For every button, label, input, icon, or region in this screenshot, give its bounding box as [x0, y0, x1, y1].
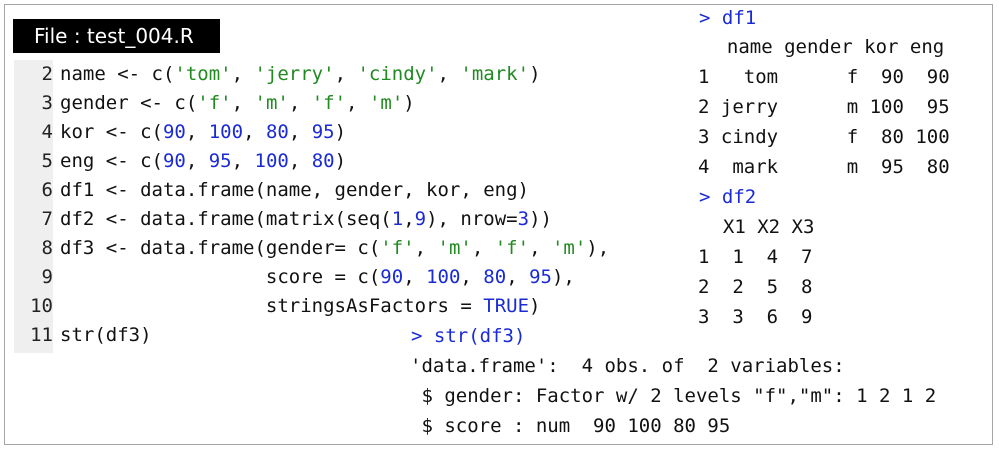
code-token: 90: [162, 150, 186, 172]
code-token: str(df3): [60, 324, 152, 346]
code-text: stringsAsFactors = TRUE): [60, 292, 541, 321]
code-text: gender <- c('f', 'm', 'f', 'm'): [60, 89, 415, 118]
code-token: 'f': [311, 92, 347, 114]
code-token: ,: [231, 92, 255, 114]
df1-prompt: > df1: [699, 7, 757, 29]
code-token: 3: [517, 208, 530, 230]
code-token: ,: [506, 266, 530, 288]
code-token: ,: [529, 237, 552, 259]
code-token: ): [403, 92, 415, 114]
df1-row: 3 cindy f 80 100: [698, 126, 950, 148]
code-token: 95: [529, 266, 552, 288]
code-token: 80: [311, 150, 335, 172]
code-token: ): [529, 295, 541, 317]
code-token: ,: [334, 63, 358, 85]
code-token: ,: [288, 150, 312, 172]
df2-header: X1 X2 X3: [700, 216, 815, 238]
df2-prompt: > df2: [699, 186, 757, 208]
df1-header: name gender kor eng: [704, 36, 945, 58]
code-token: score = c(: [60, 266, 381, 288]
code-token: 'jerry': [254, 63, 335, 85]
code-token: 80: [265, 121, 289, 143]
code-token: 'm': [368, 92, 404, 114]
code-token: 95: [311, 121, 335, 143]
code-token: 9: [414, 208, 427, 230]
code-token: df2 <- data.frame(matrix(seq(: [60, 208, 392, 230]
code-text: df1 <- data.frame(name, gender, kor, eng…: [60, 176, 529, 205]
df1-row: 4 mark m 95 80: [698, 156, 950, 178]
df2-row: 3 3 6 9: [698, 306, 813, 328]
code-token: 100: [426, 266, 461, 288]
code-token: ), nrow=: [426, 208, 518, 230]
df1-row: 2 jerry m 100 95: [698, 96, 950, 118]
code-token: ): [334, 150, 347, 172]
code-editor: 2 name <- c('tom', 'jerry', 'cindy', 'mar…: [14, 60, 669, 353]
code-token: 100: [208, 121, 244, 143]
code-token: df3 <- data.frame(gender= c(: [60, 237, 381, 259]
code-token: stringsAsFactors =: [60, 295, 484, 317]
code-text: df2 <- data.frame(matrix(seq(1,9), nrow=…: [60, 205, 552, 234]
code-token: 'f': [380, 237, 415, 259]
file-title-label: File : test_004.R: [13, 19, 220, 53]
code-text: eng <- c(90, 95, 100, 80): [60, 147, 346, 176]
code-token: )): [529, 208, 552, 230]
code-token: ,: [471, 237, 495, 259]
code-token: 'm': [437, 237, 472, 259]
code-token: ): [529, 63, 541, 85]
code-token: ,: [437, 63, 461, 85]
df2-row: 2 2 5 8: [698, 276, 813, 298]
code-text: str(df3): [60, 321, 152, 350]
code-text: df3 <- data.frame(gender= c('f', 'm', 'f…: [60, 234, 609, 263]
code-token: 100: [254, 150, 289, 172]
code-token: 1: [391, 208, 404, 230]
code-token: ,: [231, 63, 255, 85]
code-token: 'f': [494, 237, 530, 259]
code-token: ,: [288, 92, 312, 114]
code-token: 'f': [197, 92, 232, 114]
code-token: ,: [185, 150, 209, 172]
code-token: kor <- c(: [60, 121, 163, 143]
code-token: ,: [185, 121, 209, 143]
console-output: > df1 name gender kor eng 1 tom f 90 90 …: [0, 0, 950, 437]
code-token: ,: [403, 266, 427, 288]
code-token: 90: [162, 121, 186, 143]
code-token: ,: [403, 208, 415, 230]
code-token: ,: [231, 150, 255, 172]
code-token: 95: [208, 150, 232, 172]
code-token: 'mark': [460, 63, 530, 85]
code-token: ,: [346, 92, 369, 114]
df1-row: 1 tom f 90 90: [698, 66, 950, 88]
code-token: 'm': [551, 237, 587, 259]
str-line: 'data.frame': 4 obs. of 2 variables:: [410, 355, 845, 377]
code-text: name <- c('tom', 'jerry', 'cindy', 'mark…: [60, 60, 541, 89]
code-token: eng <- c(: [60, 150, 163, 172]
code-text: kor <- c(90, 100, 80, 95): [60, 118, 346, 147]
code-text: score = c(90, 100, 80, 95),: [60, 263, 575, 292]
code-token: ,: [243, 121, 266, 143]
code-token: gender <- c(: [60, 92, 198, 114]
code-token: 'cindy': [357, 63, 438, 85]
str-line: $ gender: Factor w/ 2 levels "f","m": 1 …: [410, 385, 937, 407]
code-token: 'tom': [174, 63, 232, 85]
code-token: 'm': [254, 92, 289, 114]
str-prompt: > str(df3): [411, 325, 526, 347]
code-token: ,: [414, 237, 438, 259]
df2-row: 1 1 4 7: [698, 246, 813, 268]
code-token: TRUE: [483, 295, 530, 317]
code-token: df1 <- data.frame(name, gender, kor, eng…: [60, 179, 529, 201]
code-token: ): [334, 121, 347, 143]
code-token: ,: [288, 121, 312, 143]
str-line: $ score : num 90 100 80 95: [410, 415, 731, 437]
code-token: ),: [586, 237, 610, 259]
code-token: ),: [551, 266, 575, 288]
code-token: ,: [460, 266, 484, 288]
code-token: name <- c(: [60, 63, 175, 85]
code-token: 80: [483, 266, 507, 288]
code-token: 90: [380, 266, 404, 288]
